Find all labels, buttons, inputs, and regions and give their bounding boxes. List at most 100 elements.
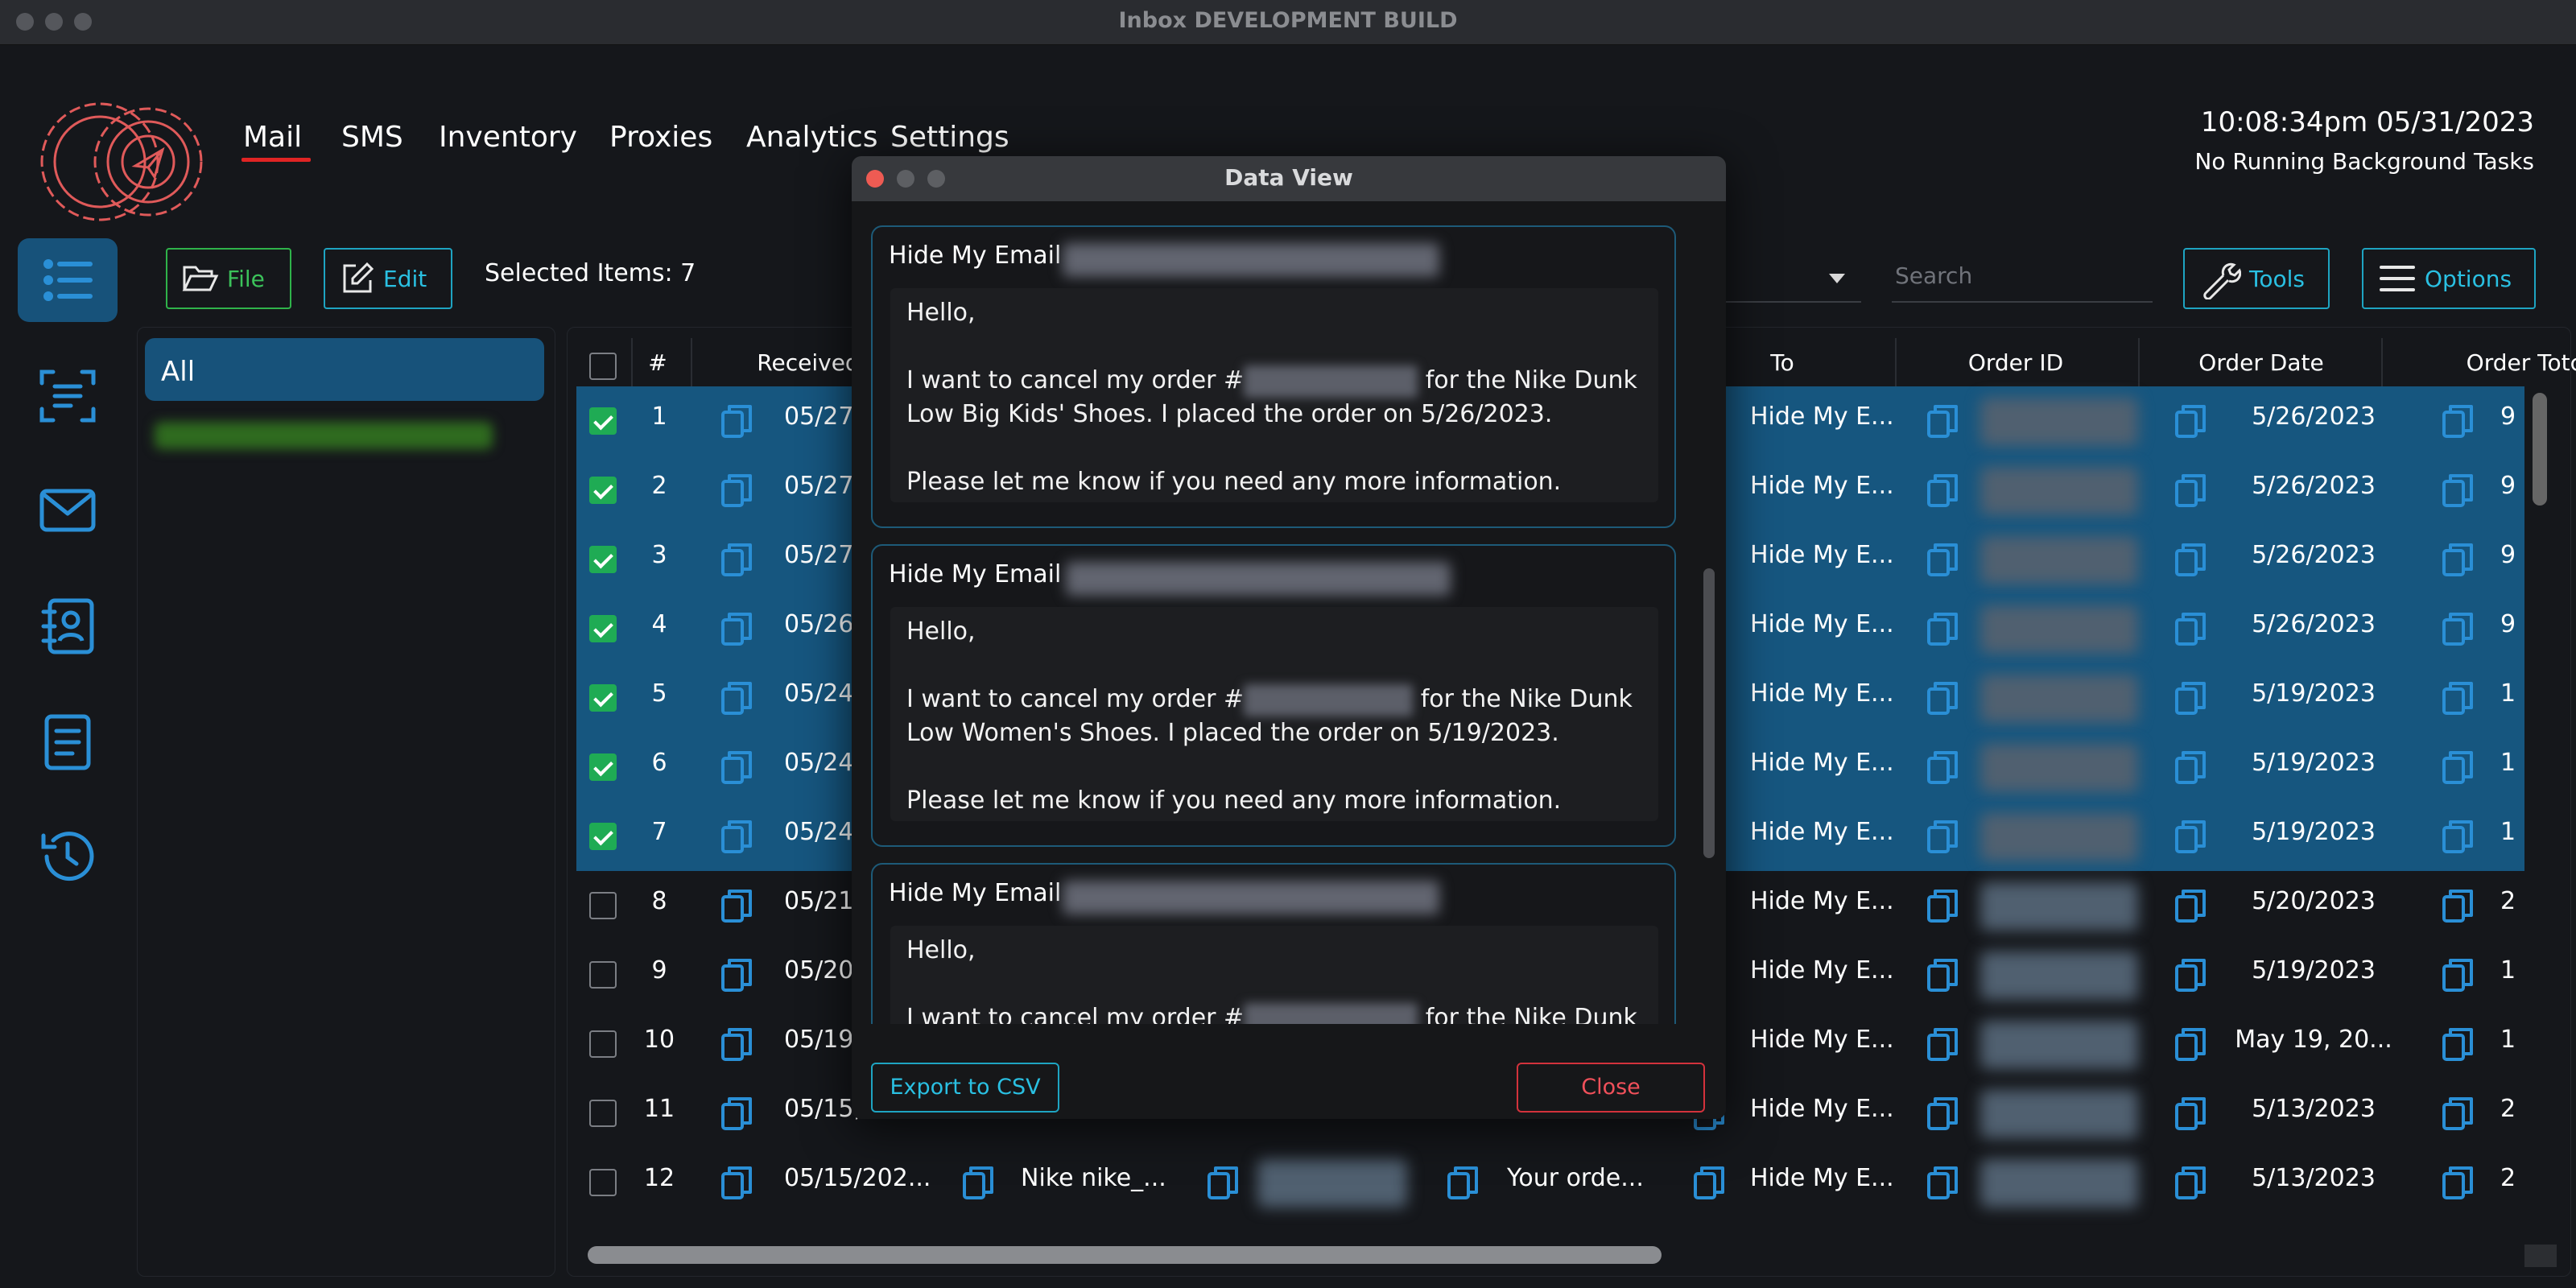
copy-icon[interactable] [2439, 818, 2476, 855]
copy-icon[interactable] [960, 1164, 997, 1201]
options-button[interactable]: Options [2362, 248, 2536, 309]
column-order-id[interactable]: Order ID [1919, 349, 2112, 376]
row-checkbox[interactable] [589, 615, 617, 642]
copy-icon[interactable] [1924, 402, 1961, 440]
export-csv-button[interactable]: Export to CSV [871, 1063, 1059, 1113]
table-vertical-scrollbar[interactable] [2533, 393, 2547, 506]
copy-icon[interactable] [718, 402, 755, 440]
nav-mail[interactable]: Mail [243, 121, 302, 154]
copy-icon[interactable] [2439, 887, 2476, 924]
copy-icon[interactable] [2172, 610, 2209, 647]
file-button[interactable]: File [166, 248, 291, 309]
copy-icon[interactable] [2172, 956, 2209, 993]
row-checkbox[interactable] [589, 477, 617, 504]
copy-icon[interactable] [1924, 541, 1961, 578]
list-icon[interactable] [18, 238, 118, 322]
row-checkbox[interactable] [589, 684, 617, 712]
folder-redacted[interactable] [155, 422, 493, 449]
nav-inventory[interactable]: Inventory [439, 121, 577, 154]
contacts-icon[interactable] [18, 584, 118, 668]
nav-settings[interactable]: Settings [890, 121, 1009, 154]
copy-icon[interactable] [1924, 472, 1961, 509]
row-checkbox[interactable] [589, 823, 617, 850]
copy-icon[interactable] [2172, 818, 2209, 855]
copy-icon[interactable] [1924, 610, 1961, 647]
row-checkbox[interactable] [589, 407, 617, 435]
row-checkbox[interactable] [589, 1030, 617, 1058]
copy-icon[interactable] [1690, 1164, 1728, 1201]
copy-icon[interactable] [2172, 679, 2209, 716]
document-icon[interactable] [18, 700, 118, 784]
dialog-scrollbar[interactable] [1703, 568, 1715, 858]
copy-icon[interactable] [2439, 1164, 2476, 1201]
copy-icon[interactable] [2172, 887, 2209, 924]
copy-icon[interactable] [2172, 1095, 2209, 1132]
copy-icon[interactable] [1444, 1164, 1481, 1201]
copy-icon[interactable] [2172, 402, 2209, 440]
copy-icon[interactable] [2172, 1026, 2209, 1063]
copy-icon[interactable] [718, 1026, 755, 1063]
column-to[interactable]: To [1742, 349, 1823, 376]
mail-icon[interactable] [18, 469, 118, 552]
copy-icon[interactable] [718, 610, 755, 647]
copy-icon[interactable] [718, 818, 755, 855]
table-horizontal-scrollbar[interactable] [588, 1246, 1662, 1264]
history-icon[interactable] [18, 815, 118, 898]
row-checkbox[interactable] [589, 1169, 617, 1196]
copy-icon[interactable] [1924, 1026, 1961, 1063]
nav-sms[interactable]: SMS [341, 121, 403, 154]
nav-proxies[interactable]: Proxies [609, 121, 712, 154]
row-checkbox[interactable] [589, 892, 617, 919]
row-checkbox[interactable] [589, 961, 617, 989]
copy-icon[interactable] [2439, 541, 2476, 578]
copy-icon[interactable] [718, 472, 755, 509]
copy-icon[interactable] [1924, 887, 1961, 924]
email-body[interactable]: Hello, I want to cancel my order # for t… [890, 288, 1658, 502]
column-num[interactable]: # [646, 349, 670, 376]
column-order-total[interactable]: Order Totc [2389, 349, 2576, 376]
copy-icon[interactable] [718, 887, 755, 924]
select-all-checkbox[interactable] [589, 353, 617, 380]
column-order-date[interactable]: Order Date [2161, 349, 2362, 376]
tools-button[interactable]: Tools [2183, 248, 2330, 309]
copy-icon[interactable] [2172, 472, 2209, 509]
copy-icon[interactable] [2172, 749, 2209, 786]
row-checkbox[interactable] [589, 753, 617, 781]
copy-icon[interactable] [718, 1164, 755, 1201]
copy-icon[interactable] [2439, 402, 2476, 440]
scan-text-icon[interactable] [18, 354, 118, 438]
close-button[interactable]: Close [1517, 1063, 1705, 1113]
row-checkbox[interactable] [589, 1100, 617, 1127]
copy-icon[interactable] [2172, 1164, 2209, 1201]
email-body[interactable]: Hello, I want to cancel my order # for t… [890, 607, 1658, 821]
copy-icon[interactable] [1924, 1164, 1961, 1201]
copy-icon[interactable] [718, 541, 755, 578]
copy-icon[interactable] [718, 749, 755, 786]
copy-icon[interactable] [1924, 749, 1961, 786]
filter-dropdown[interactable] [1726, 251, 1861, 303]
copy-icon[interactable] [2439, 1026, 2476, 1063]
copy-icon[interactable] [2439, 749, 2476, 786]
copy-icon[interactable] [1924, 956, 1961, 993]
search-input[interactable]: Search [1892, 251, 2153, 303]
copy-icon[interactable] [2172, 541, 2209, 578]
copy-icon[interactable] [2439, 472, 2476, 509]
nav-analytics[interactable]: Analytics [746, 121, 877, 154]
copy-icon[interactable] [2439, 956, 2476, 993]
copy-icon[interactable] [718, 956, 755, 993]
copy-icon[interactable] [2439, 1095, 2476, 1132]
table-row[interactable]: 12 05/15/202... Nike nike_... Your orde... H… [576, 1148, 2524, 1217]
row-checkbox[interactable] [589, 546, 617, 573]
copy-icon[interactable] [718, 679, 755, 716]
copy-icon[interactable] [2439, 679, 2476, 716]
copy-icon[interactable] [1924, 818, 1961, 855]
folder-all[interactable]: All [145, 338, 544, 401]
dialog-titlebar[interactable]: Data View [852, 156, 1726, 201]
copy-icon[interactable] [1204, 1164, 1241, 1201]
copy-icon[interactable] [718, 1095, 755, 1132]
copy-icon[interactable] [1924, 679, 1961, 716]
copy-icon[interactable] [2439, 610, 2476, 647]
edit-button[interactable]: Edit [324, 248, 452, 309]
copy-icon[interactable] [1924, 1095, 1961, 1132]
window-titlebar[interactable]: Inbox DEVELOPMENT BUILD [0, 0, 2576, 45]
